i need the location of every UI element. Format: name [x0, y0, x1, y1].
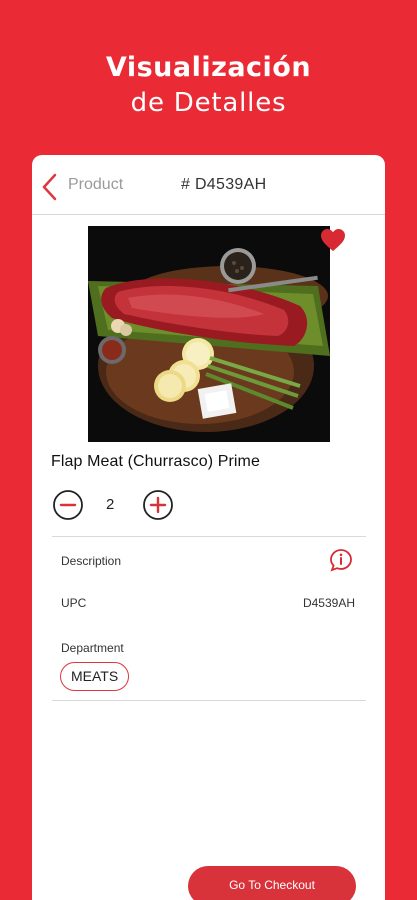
upc-label: UPC — [61, 596, 87, 610]
upc-value: D4539AH — [302, 596, 355, 610]
nav-back-label[interactable]: Product — [68, 176, 123, 194]
headline-subtitle: de Detalles — [130, 88, 287, 118]
product-name: Flap Meat (Churrasco) Prime — [51, 453, 260, 470]
description-label: Description — [61, 554, 122, 568]
nav-bar: Product # D4539AH — [32, 155, 385, 215]
heart-icon[interactable] — [320, 228, 346, 252]
minus-circle-icon[interactable] — [52, 489, 84, 521]
go-to-checkout-button[interactable]: Go To Checkout — [188, 866, 356, 900]
chevron-left-icon[interactable] — [40, 172, 60, 202]
department-label: Department — [61, 641, 124, 655]
divider — [52, 700, 366, 701]
phone-screen: Product # D4539AH Flap Meat (Churrasco) … — [32, 155, 385, 900]
department-badge: MEATS — [60, 662, 130, 691]
product-image — [88, 226, 330, 442]
nav-product-id: # D4539AH — [181, 176, 267, 193]
headline: Visualización de Detalles — [0, 50, 417, 120]
info-icon[interactable] — [329, 548, 353, 572]
divider — [52, 536, 366, 537]
headline-title: Visualización — [105, 52, 312, 83]
quantity-value: 2 — [106, 496, 115, 513]
plus-circle-icon[interactable] — [142, 489, 174, 521]
